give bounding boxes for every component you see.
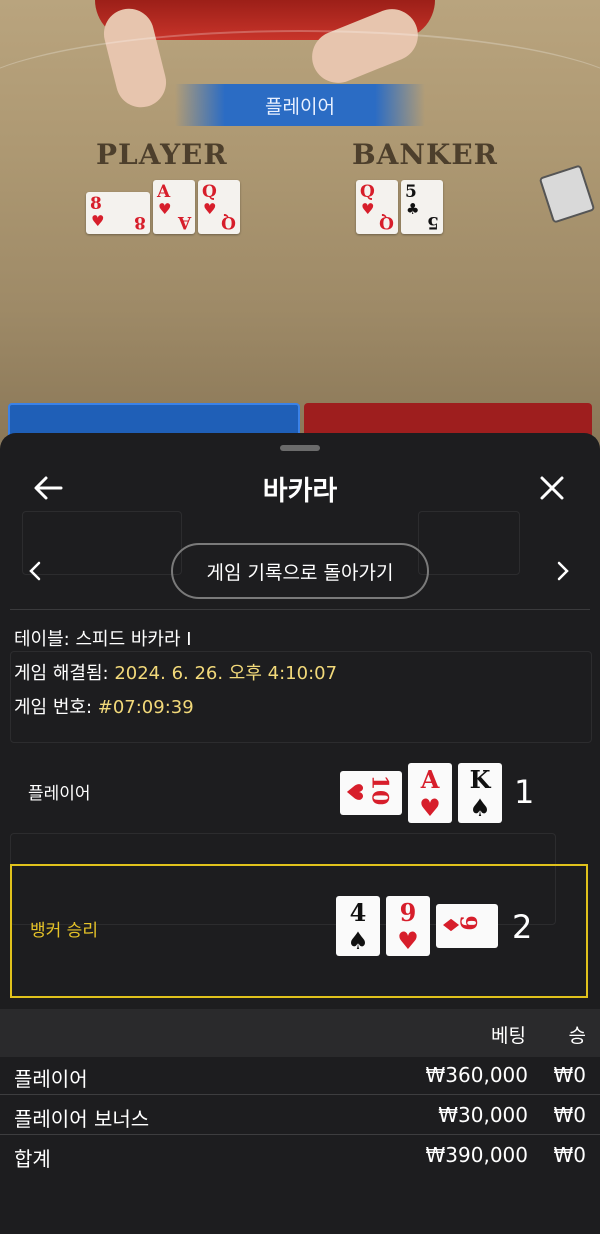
card-rank: 9	[399, 898, 417, 927]
sheet-header: 바카라	[0, 453, 600, 523]
resolved-info-row: 게임 해결됨: 2024. 6. 26. 오후 4:10:07	[14, 657, 584, 691]
live-video-feed: 플레이어 PLAYER BANKER 8 ♥ 8 A ♥ A Q ♥ Q Q ♥ Q 5 ♣ 5	[0, 0, 600, 440]
card-rank-inverted: Q	[379, 212, 394, 232]
sheet-title: 바카라	[262, 475, 338, 507]
card-suit-icon: ♥	[419, 793, 441, 822]
playing-card: K ♠	[458, 763, 502, 823]
winner-banner: 플레이어	[175, 84, 425, 126]
card-suit-icon: ♥	[203, 200, 217, 218]
total-row: 합계 ₩390,000 ₩0	[0, 1135, 600, 1175]
table-row: 플레이어 ₩360,000 ₩0	[0, 1055, 600, 1095]
card-rank: Q	[360, 182, 375, 202]
table-playing-card: 5 ♣ 5	[401, 180, 443, 234]
card-suit-icon: ♥	[91, 212, 105, 230]
banker-win-label: 뱅커 승리	[30, 921, 98, 941]
card-rank: 4	[349, 898, 367, 927]
chevron-left-icon[interactable]	[20, 556, 50, 586]
game-history-sheet: 바카라 게임 기록으로 돌아가기 테이블: 스피드 바카라 I 게임 해결됨: …	[0, 433, 600, 1234]
game-number-row: 게임 번호: #07:09:39	[14, 691, 584, 725]
table-row: 플레이어 보너스 ₩30,000 ₩0	[0, 1095, 600, 1135]
close-icon[interactable]	[532, 468, 572, 508]
table-value: 스피드 바카라 I	[75, 629, 192, 650]
playing-card: 10 ♥	[340, 771, 402, 815]
player-hand-cards: 10 ♥ A ♥ K ♠	[340, 763, 502, 823]
table-info-row: 테이블: 스피드 바카라 I	[14, 623, 584, 657]
table-banker-cards: Q ♥ Q 5 ♣ 5	[356, 180, 443, 234]
player-table-label: PLAYER	[96, 138, 228, 171]
card-rank-inverted: 8	[134, 212, 146, 232]
card-rank-inverted: 5	[427, 212, 439, 232]
card-shoe	[538, 164, 596, 224]
playing-card: 9 ♦	[436, 904, 498, 948]
back-to-history-button[interactable]: 게임 기록으로 돌아가기	[171, 543, 429, 599]
total-bet-amount: ₩390,000	[425, 1143, 528, 1167]
card-rank: 10	[366, 774, 393, 806]
sheet-drag-handle[interactable]	[280, 445, 320, 451]
table-player-cards: 8 ♥ 8 A ♥ A Q ♥ Q	[86, 180, 240, 234]
banker-hand-cards: 4 ♠ 9 ♥ 9 ♦	[336, 896, 498, 956]
bets-table-header: 베팅 승	[0, 1009, 600, 1057]
table-playing-card: 8 ♥ 8	[86, 192, 150, 234]
player-hand-label: 플레이어	[28, 784, 91, 804]
table-label: 테이블:	[14, 629, 76, 650]
banker-table-label: BANKER	[352, 138, 498, 171]
win-amount: ₩0	[553, 1063, 587, 1087]
card-suit-icon: ♥	[397, 926, 419, 955]
playing-card: 9 ♥	[386, 896, 430, 956]
card-rank: Q	[202, 182, 217, 202]
card-rank: A	[420, 765, 440, 794]
game-info: 테이블: 스피드 바카라 I 게임 해결됨: 2024. 6. 26. 오후 4…	[14, 623, 584, 725]
card-rank: A	[157, 182, 171, 202]
card-suit-icon: ♠	[347, 926, 369, 955]
card-suit-icon: ♥	[158, 200, 172, 218]
card-rank: 5	[405, 182, 417, 202]
card-suit-icon: ♥	[340, 782, 367, 802]
card-rank: K	[469, 765, 491, 794]
total-win-amount: ₩0	[553, 1143, 587, 1167]
resolved-value: 2024. 6. 26. 오후 4:10:07	[114, 663, 338, 684]
bet-column-header: 베팅	[491, 1025, 526, 1047]
bet-amount: ₩30,000	[438, 1103, 528, 1127]
bet-name: 플레이어 보너스	[14, 1107, 150, 1131]
card-suit-icon: ♣	[406, 200, 420, 218]
bet-name: 플레이어	[14, 1067, 88, 1091]
banker-hand-row: 뱅커 승리 4 ♠ 9 ♥ 9 ♦ 2	[10, 864, 588, 998]
player-hand-score: 1	[514, 773, 535, 811]
playing-card: A ♥	[408, 763, 452, 823]
arrow-left-icon[interactable]	[28, 468, 68, 508]
playing-card: 4 ♠	[336, 896, 380, 956]
card-rank-inverted: A	[177, 212, 191, 232]
card-rank: 8	[90, 194, 102, 214]
card-suit-icon: ♠	[469, 793, 491, 822]
bet-amount: ₩360,000	[425, 1063, 528, 1087]
card-suit-icon: ♥	[361, 200, 375, 218]
header-divider	[10, 609, 590, 610]
banker-hand-score: 2	[512, 908, 533, 946]
chevron-right-icon[interactable]	[548, 556, 578, 586]
card-rank-inverted: Q	[221, 212, 236, 232]
game-number-value: #07:09:39	[97, 697, 194, 718]
total-label: 합계	[14, 1147, 51, 1171]
win-amount: ₩0	[553, 1103, 587, 1127]
game-number-label: 게임 번호:	[14, 697, 98, 718]
player-hand-row: 플레이어 10 ♥ A ♥ K ♠ 1	[10, 733, 588, 853]
win-column-header: 승	[568, 1025, 586, 1047]
table-playing-card: Q ♥ Q	[356, 180, 398, 234]
resolved-label: 게임 해결됨:	[14, 663, 115, 684]
table-playing-card: A ♥ A	[153, 180, 195, 234]
card-suit-icon: ♦	[436, 915, 463, 935]
table-playing-card: Q ♥ Q	[198, 180, 240, 234]
